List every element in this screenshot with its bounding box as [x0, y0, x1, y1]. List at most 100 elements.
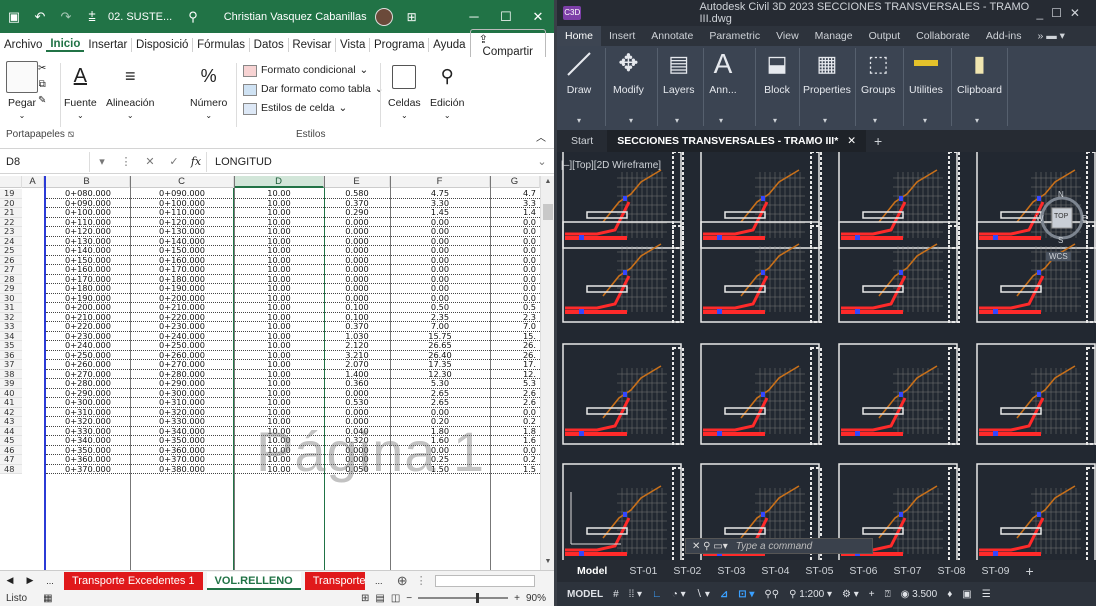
command-input[interactable]: Type a command [736, 541, 813, 552]
alignment-button[interactable]: ≡ Alineación ⌄ [106, 57, 154, 131]
cell-styles-button[interactable]: Estilos de celda ⌄ [243, 99, 384, 118]
window-controls[interactable]: _☐✕ [1037, 6, 1089, 20]
drawing-tab[interactable]: SECCIONES TRANSVERSALES - TRAMO III* ✕ [607, 130, 867, 152]
layers-button[interactable]: ▤ Layers ▾ [663, 50, 695, 125]
search-icon[interactable]: ⚲ [188, 9, 198, 25]
hardware-acceleration-icon[interactable]: ♦ [942, 589, 957, 600]
tab-home[interactable]: Home [557, 26, 602, 46]
zoom-slider-thumb[interactable] [476, 593, 480, 603]
save-icon[interactable]: ▣ [6, 9, 22, 25]
modify-button[interactable]: ✥ Modify ▾ [613, 50, 644, 125]
expand-formula-icon[interactable]: ⌄ [530, 155, 554, 168]
layout-tab-st05[interactable]: ST-05 [797, 565, 841, 577]
accessibility-icon[interactable]: ▦ [43, 593, 52, 604]
file-name[interactable]: 02. SUSTE... [108, 11, 172, 23]
tab-splitter[interactable]: ⋮ [416, 574, 427, 587]
tab-manage[interactable]: Manage [807, 30, 861, 42]
tab-insertar[interactable]: Insertar [84, 39, 131, 51]
cell-g[interactable]: 1.5 [490, 464, 540, 474]
customize-qat-icon[interactable]: ⩲ [84, 9, 100, 25]
format-painter-icon[interactable]: ✎ [38, 93, 46, 109]
close-icon[interactable]: ✕ [522, 9, 554, 25]
ortho-icon[interactable]: ∟ [647, 589, 667, 600]
column-header-b[interactable]: B [44, 176, 130, 188]
snap-icon[interactable]: ⁞⁞ ▾ [624, 589, 647, 600]
units-icon[interactable]: ⍰ [880, 589, 896, 600]
add-icon[interactable]: + [864, 589, 880, 600]
tab-output[interactable]: Output [861, 30, 909, 42]
sheet-tab-transporte-excedentes[interactable]: Transporte Excedentes 1 [64, 571, 203, 590]
cell-start-station[interactable]: 0+370.000 [46, 464, 130, 474]
groups-button[interactable]: ⬚ Groups ▾ [861, 50, 895, 125]
select-all-corner[interactable] [0, 176, 22, 188]
enter-icon[interactable]: ✓ [162, 155, 186, 168]
isodraft-icon[interactable]: ∖ ▾ [691, 589, 715, 600]
undo-icon[interactable]: ↶ [32, 9, 48, 25]
normal-view-icon[interactable]: ⊞ [361, 593, 369, 604]
spreadsheet-grid[interactable]: A B C D E F G 19 0+080.000 0+090.000 10.00 0… [0, 176, 540, 570]
insert-function-icon[interactable]: fx [186, 155, 206, 168]
user-name[interactable]: Christian Vasquez Cabanillas [224, 11, 367, 23]
close-tab-icon[interactable]: ✕ [847, 135, 856, 147]
tab-parametric[interactable]: Parametric [701, 30, 768, 42]
column-header-e[interactable]: E [324, 176, 390, 188]
layout-tab-st01[interactable]: ST-01 [621, 565, 665, 577]
cell-end-station[interactable]: 0+380.000 [130, 464, 234, 474]
format-as-table-button[interactable]: Dar formato como tabla ⌄ [243, 80, 384, 99]
grid-icon[interactable]: # [608, 589, 624, 600]
app-badge[interactable]: C3D [563, 6, 582, 20]
snap-tracking-icon[interactable]: ⊡ ▾ [733, 589, 759, 600]
tab-formulas[interactable]: Fórmulas [193, 39, 249, 51]
lineweight-value[interactable]: ◉ 3.500 [896, 589, 943, 600]
add-layout-icon[interactable]: + [1017, 563, 1041, 579]
zoom-level[interactable]: 90% [526, 593, 546, 604]
more-sheets-left[interactable]: ... [40, 576, 60, 586]
new-tab-icon[interactable]: + [874, 133, 882, 149]
row-header[interactable]: 48 [0, 464, 22, 474]
clean-screen-icon[interactable]: ▣ [957, 589, 976, 600]
viewcube-west[interactable]: W [1036, 214, 1044, 223]
tab-insert[interactable]: Insert [601, 30, 643, 42]
scroll-up-icon[interactable]: ▲ [543, 178, 553, 188]
tab-annotate[interactable]: Annotate [643, 30, 701, 42]
cancel-icon[interactable]: ✕ [138, 155, 162, 168]
viewcube-top[interactable]: TOP [1054, 213, 1068, 220]
layout-tab-st07[interactable]: ST-07 [885, 565, 929, 577]
more-tabs-icon[interactable]: » ▬ ▾ [1029, 30, 1072, 42]
cells-button[interactable]: Celdas ⌄ [388, 57, 421, 131]
annotation-button[interactable]: A Ann... ▾ [709, 50, 737, 126]
annotation-visibility-icon[interactable]: ⚲⚲ [759, 589, 784, 600]
utilities-button[interactable]: Utilities ▾ [909, 50, 943, 125]
viewcube-east[interactable]: E [1082, 214, 1087, 223]
sheet-tab-transporte[interactable]: Transporte [304, 571, 365, 590]
model-space-toggle[interactable]: MODEL [557, 589, 608, 600]
tab-revisar[interactable]: Revisar [288, 39, 335, 51]
more-sheets-right[interactable]: ... [369, 576, 389, 586]
zoom-out-icon[interactable]: − [406, 593, 412, 604]
workspace-gear-icon[interactable]: ⚙ ▾ [837, 589, 864, 600]
sheet-tab-vol-relleno[interactable]: VOL.RELLENO [206, 571, 301, 590]
tab-vista[interactable]: Vista [336, 39, 369, 51]
avatar[interactable] [374, 7, 393, 26]
drawing-viewport[interactable]: [–][Top][2D Wireframe] TOP N S W E WCS ✕… [557, 152, 1096, 560]
dialog-launcher-icon[interactable]: ⧅ [68, 129, 74, 140]
column-header-c[interactable]: C [130, 176, 234, 188]
page-layout-icon[interactable]: ▤ [375, 593, 384, 604]
column-header-d[interactable]: D [234, 176, 324, 188]
annotation-scale[interactable]: ⚲ 1:200 ▾ [784, 589, 837, 600]
redo-icon[interactable]: ↷ [58, 9, 74, 25]
tab-view[interactable]: View [768, 30, 807, 42]
column-header-g[interactable]: G [490, 176, 540, 188]
layout-tab-st02[interactable]: ST-02 [665, 565, 709, 577]
copy-icon[interactable]: ⧉ [39, 77, 46, 93]
cut-icon[interactable]: ✂ [38, 61, 46, 77]
tab-inicio[interactable]: Inicio [46, 38, 85, 52]
layout-tab-model[interactable]: Model [557, 565, 621, 577]
number-button[interactable]: % Número ⌄ [190, 57, 227, 131]
properties-button[interactable]: ▦ Properties ▾ [803, 50, 851, 125]
viewcube-north[interactable]: N [1058, 190, 1064, 199]
name-box[interactable]: D8 [0, 151, 90, 172]
formula-input[interactable]: LONGITUD [206, 151, 530, 172]
tab-datos[interactable]: Datos [250, 39, 288, 51]
tab-addins[interactable]: Add-ins [978, 30, 1030, 42]
